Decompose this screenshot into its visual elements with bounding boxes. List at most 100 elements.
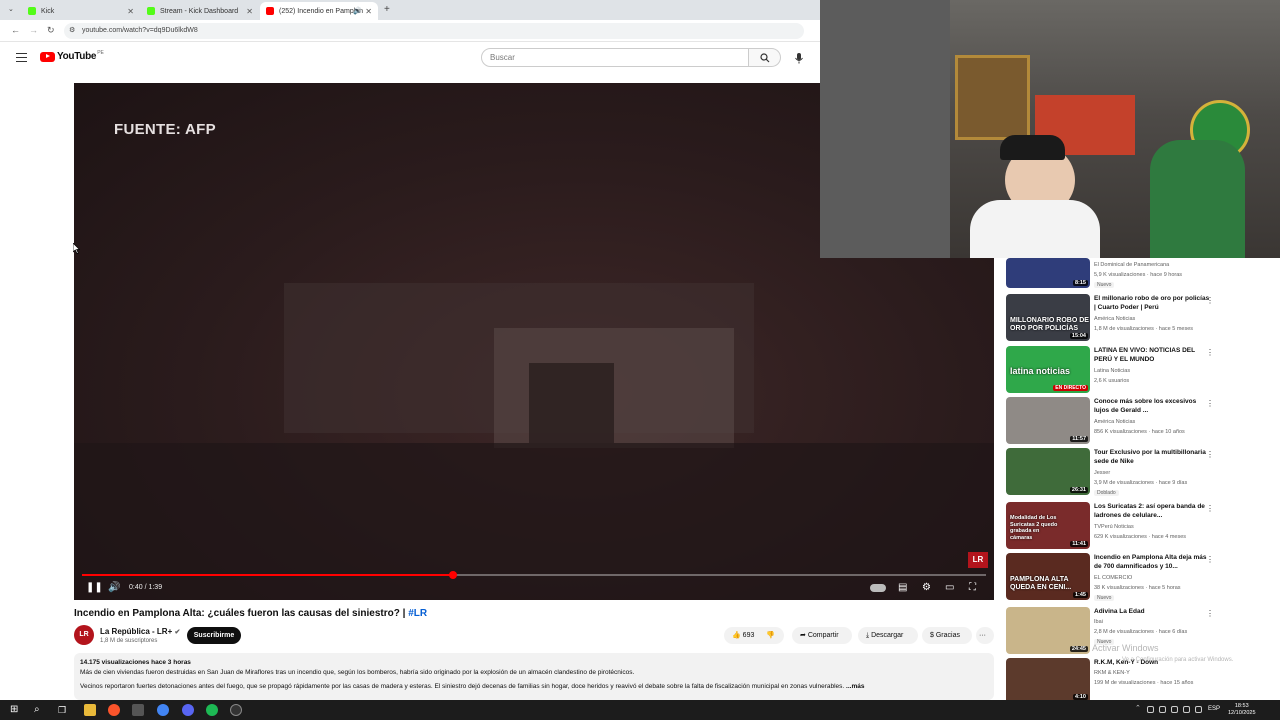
video-thumbnail[interactable]: 8:15 — [1006, 258, 1090, 288]
site-settings-icon[interactable]: ⚙ — [69, 23, 75, 39]
windows-start-icon[interactable]: ⊞ — [10, 704, 22, 716]
tab-youtube[interactable]: (252) Incendio en Pamplon 🔊 ✕ — [260, 2, 378, 20]
video-thumbnail[interactable]: 24:45 — [1006, 607, 1090, 654]
close-icon[interactable]: ✕ — [246, 7, 253, 16]
video-thumbnail[interactable]: 26:31 — [1006, 448, 1090, 495]
fullscreen-icon[interactable]: ⛶ — [969, 582, 976, 593]
menu-icon[interactable] — [16, 53, 27, 62]
close-icon[interactable]: ✕ — [365, 7, 372, 16]
store-icon[interactable] — [132, 704, 144, 716]
video-thumbnail[interactable]: 11:57 — [1006, 397, 1090, 444]
subtitles-icon[interactable]: ▤ — [898, 582, 907, 593]
more-options-icon[interactable]: ⋮ — [1206, 450, 1214, 459]
tab-list-chevron-icon[interactable]: ⌄ — [8, 5, 14, 13]
youtube-logo[interactable]: YouTube PE — [40, 50, 104, 62]
pause-icon[interactable]: ❚❚ — [86, 582, 103, 593]
more-options-icon[interactable]: ⋮ — [1206, 555, 1214, 564]
video-meta: 2,6 K usuarios — [1094, 378, 1130, 384]
spotify-icon[interactable] — [206, 704, 218, 716]
reload-icon[interactable]: ↻ — [47, 25, 55, 36]
recommendation-item[interactable]: Modalidad de Los Suricatas 2 quedo graba… — [1006, 502, 1276, 550]
network-icon[interactable] — [1183, 706, 1190, 713]
volume-icon[interactable] — [1195, 706, 1202, 713]
channel-name[interactable]: La República - LR+ ✔ — [100, 627, 180, 636]
hashtag-link[interactable]: #LR — [408, 608, 427, 619]
tray-chevron-icon[interactable]: ⌃ — [1135, 704, 1142, 712]
close-icon[interactable]: ✕ — [127, 7, 134, 16]
thanks-label: Gracias — [935, 632, 960, 639]
autoplay-toggle[interactable] — [870, 584, 886, 592]
thanks-button[interactable]: $ Gracias — [922, 627, 972, 644]
more-options-icon[interactable]: ⋮ — [1206, 504, 1214, 513]
volume-icon[interactable]: 🔊 — [108, 582, 120, 593]
recommendation-item[interactable]: 4:10 R.K.M, Ken-Y - Down RKM & KEN-Y 199… — [1006, 658, 1276, 700]
speaker-icon[interactable]: 🔊 — [353, 7, 362, 15]
channel-name[interactable]: América Noticias — [1094, 316, 1135, 322]
video-title[interactable]: Conoce más sobre los excesivos lujos de … — [1094, 397, 1212, 415]
channel-name[interactable]: Latina Noticias — [1094, 368, 1130, 374]
channel-name[interactable]: El Dominical de Panamericana — [1094, 262, 1169, 268]
microphone-icon[interactable] — [793, 52, 805, 64]
channel-name[interactable]: EL COMERCIO — [1094, 575, 1132, 581]
channel-name[interactable]: América Noticias — [1094, 419, 1135, 425]
recommendation-item[interactable]: MILLONARIO ROBO DE ORO POR POLICÍAS 15:0… — [1006, 294, 1276, 342]
channel-avatar[interactable]: LR — [74, 625, 94, 645]
more-options-icon[interactable]: ⋮ — [1206, 399, 1214, 408]
chrome-icon[interactable] — [157, 704, 169, 716]
tray-app-icon[interactable] — [1159, 706, 1166, 713]
channel-name[interactable]: TVPerú Noticias — [1094, 524, 1134, 530]
obs-icon[interactable] — [230, 704, 242, 716]
forward-arrow-icon[interactable]: → — [29, 25, 38, 35]
search-icon[interactable]: ⌕ — [34, 704, 46, 716]
search-input[interactable]: Buscar — [481, 48, 749, 67]
video-description[interactable]: 14.175 visualizaciones hace 3 horas Más … — [74, 653, 994, 700]
tray-app-icon[interactable] — [1171, 706, 1178, 713]
discord-icon[interactable] — [182, 704, 194, 716]
video-thumbnail[interactable]: Modalidad de Los Suricatas 2 quedo graba… — [1006, 502, 1090, 549]
recommendation-item[interactable]: PAMPLONA ALTA QUEDA EN CENI... 1:45 Ince… — [1006, 553, 1276, 601]
theater-mode-icon[interactable]: ▭ — [945, 582, 954, 593]
channel-name[interactable]: Ibai — [1094, 619, 1103, 625]
video-title[interactable]: LATINA EN VIVO: NOTICIAS DEL PERÚ Y EL M… — [1094, 346, 1212, 364]
tab-kick-dashboard[interactable]: Stream - Kick Dashboard ✕ — [141, 2, 259, 20]
back-arrow-icon[interactable]: ← — [11, 25, 20, 35]
show-more-link[interactable]: ...más — [846, 683, 864, 690]
new-tab-button[interactable]: + — [384, 4, 390, 15]
recommendation-item[interactable]: latina noticias EN DIRECTO LATINA EN VIV… — [1006, 346, 1276, 394]
more-options-icon[interactable]: ⋮ — [1206, 296, 1214, 305]
recommendation-item[interactable]: 26:31 Tour Exclusivo por la multibillona… — [1006, 448, 1276, 496]
task-view-icon[interactable]: ❐ — [58, 704, 70, 716]
clock[interactable]: 18:53 12/10/2025 — [1228, 703, 1256, 717]
video-thumbnail[interactable]: MILLONARIO ROBO DE ORO POR POLICÍAS 15:0… — [1006, 294, 1090, 341]
video-meta: 3,9 M de visualizaciones · hace 9 días — [1094, 480, 1188, 486]
video-thumbnail[interactable]: PAMPLONA ALTA QUEDA EN CENI... 1:45 — [1006, 553, 1090, 600]
video-title[interactable]: Los Suricatas 2: así opera banda de ladr… — [1094, 502, 1212, 520]
share-button[interactable]: ➦ Compartir — [792, 627, 852, 644]
video-title[interactable]: Tour Exclusivo por la multibillonaria se… — [1094, 448, 1212, 466]
video-thumbnail[interactable]: 4:10 — [1006, 658, 1090, 700]
download-button[interactable]: ⤓ Descargar — [858, 627, 918, 644]
video-thumbnail[interactable]: latina noticias EN DIRECTO — [1006, 346, 1090, 393]
tray-app-icon[interactable] — [1147, 706, 1154, 713]
video-title[interactable]: El millonario robo de oro por policías |… — [1094, 294, 1212, 312]
tab-kick[interactable]: Kick ✕ — [22, 2, 140, 20]
webcam-jacket — [1150, 140, 1245, 258]
more-options-icon[interactable]: ⋮ — [1206, 348, 1214, 357]
video-title[interactable]: Adivina La Edad — [1094, 607, 1212, 616]
youtube-header: YouTube PE Buscar — [0, 42, 820, 76]
input-language[interactable]: ESP — [1208, 706, 1220, 712]
more-options-icon[interactable]: ⋮ — [1206, 609, 1214, 618]
settings-gear-icon[interactable]: ⚙ — [922, 582, 931, 593]
like-icon[interactable]: 👍 — [732, 632, 741, 639]
subscribe-button[interactable]: Suscribirme — [187, 627, 241, 644]
brave-browser-icon[interactable] — [108, 704, 120, 716]
video-title[interactable]: Incendio en Pamplona Alta deja más de 70… — [1094, 553, 1212, 571]
search-button[interactable] — [749, 48, 781, 67]
dislike-icon[interactable]: 👎 — [766, 632, 775, 639]
channel-name[interactable]: Jesser — [1094, 470, 1110, 476]
url-field[interactable]: ⚙ youtube.com/watch?v=dq9Du6lkdW8 — [64, 23, 804, 39]
more-actions-button[interactable]: ··· — [976, 627, 994, 644]
channel-name[interactable]: RKM & KEN-Y — [1094, 670, 1130, 676]
recommendation-item[interactable]: 11:57 Conoce más sobre los excesivos luj… — [1006, 397, 1276, 445]
file-explorer-icon[interactable] — [84, 704, 96, 716]
